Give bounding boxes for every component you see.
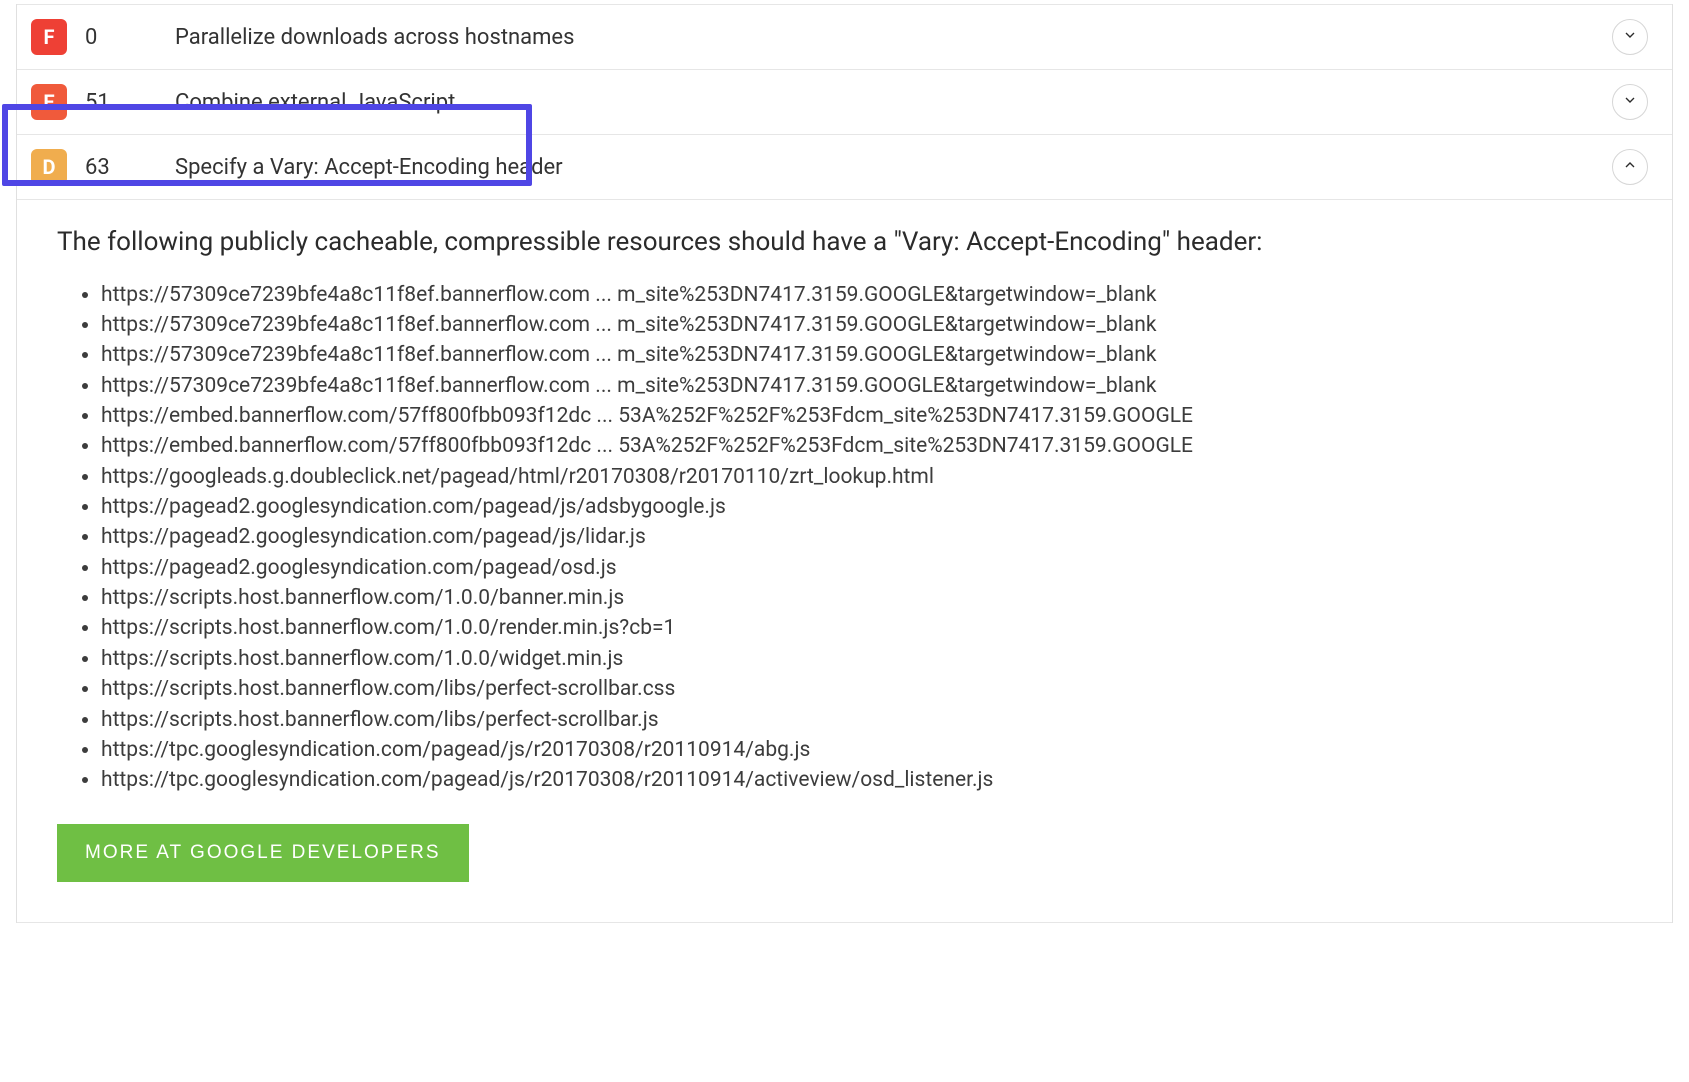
resource-item: https://scripts.host.bannerflow.com/libs… <box>101 705 1632 735</box>
resource-item: https://scripts.host.bannerflow.com/1.0.… <box>101 644 1632 674</box>
recommendation-row[interactable]: E 51 Combine external JavaScript <box>17 70 1672 135</box>
chevron-up-icon <box>1622 157 1638 177</box>
recommendation-title: Specify a Vary: Accept-Encoding header <box>139 155 1608 180</box>
recommendation-row[interactable]: D 63 Specify a Vary: Accept-Encoding hea… <box>17 135 1672 200</box>
score-value: 63 <box>67 155 139 180</box>
recommendation-title: Combine external JavaScript <box>139 90 1608 115</box>
resource-item: https://scripts.host.bannerflow.com/libs… <box>101 674 1632 704</box>
chevron-down-icon <box>1622 27 1638 47</box>
resource-item: https://pagead2.googlesyndication.com/pa… <box>101 492 1632 522</box>
recommendation-details: The following publicly cacheable, compre… <box>17 200 1672 923</box>
expand-toggle[interactable] <box>1612 84 1648 120</box>
resource-item: https://embed.bannerflow.com/57ff800fbb0… <box>101 431 1632 461</box>
recommendation-row[interactable]: F 0 Parallelize downloads across hostnam… <box>17 4 1672 70</box>
resource-item: https://scripts.host.bannerflow.com/1.0.… <box>101 613 1632 643</box>
resource-item: https://57309ce7239bfe4a8c11f8ef.bannerf… <box>101 371 1632 401</box>
chevron-down-icon <box>1622 92 1638 112</box>
resource-item: https://57309ce7239bfe4a8c11f8ef.bannerf… <box>101 310 1632 340</box>
resource-item: https://tpc.googlesyndication.com/pagead… <box>101 735 1632 765</box>
score-value: 0 <box>67 25 139 50</box>
resource-item: https://57309ce7239bfe4a8c11f8ef.bannerf… <box>101 340 1632 370</box>
resource-item: https://googleads.g.doubleclick.net/page… <box>101 462 1632 492</box>
resource-item: https://embed.bannerflow.com/57ff800fbb0… <box>101 401 1632 431</box>
resource-item: https://tpc.googlesyndication.com/pagead… <box>101 765 1632 795</box>
resource-list: https://57309ce7239bfe4a8c11f8ef.bannerf… <box>57 280 1632 796</box>
grade-badge: D <box>31 149 67 185</box>
recommendations-panel: F 0 Parallelize downloads across hostnam… <box>16 4 1673 923</box>
details-heading: The following publicly cacheable, compre… <box>57 224 1632 262</box>
resource-item: https://57309ce7239bfe4a8c11f8ef.bannerf… <box>101 280 1632 310</box>
grade-badge: E <box>31 84 67 120</box>
more-at-google-developers-button[interactable]: MORE AT GOOGLE DEVELOPERS <box>57 824 469 882</box>
expand-toggle[interactable] <box>1612 19 1648 55</box>
grade-badge: F <box>31 19 67 55</box>
resource-item: https://pagead2.googlesyndication.com/pa… <box>101 553 1632 583</box>
expand-toggle[interactable] <box>1612 149 1648 185</box>
resource-item: https://scripts.host.bannerflow.com/1.0.… <box>101 583 1632 613</box>
resource-item: https://pagead2.googlesyndication.com/pa… <box>101 522 1632 552</box>
recommendation-title: Parallelize downloads across hostnames <box>139 25 1608 50</box>
score-value: 51 <box>67 90 139 115</box>
